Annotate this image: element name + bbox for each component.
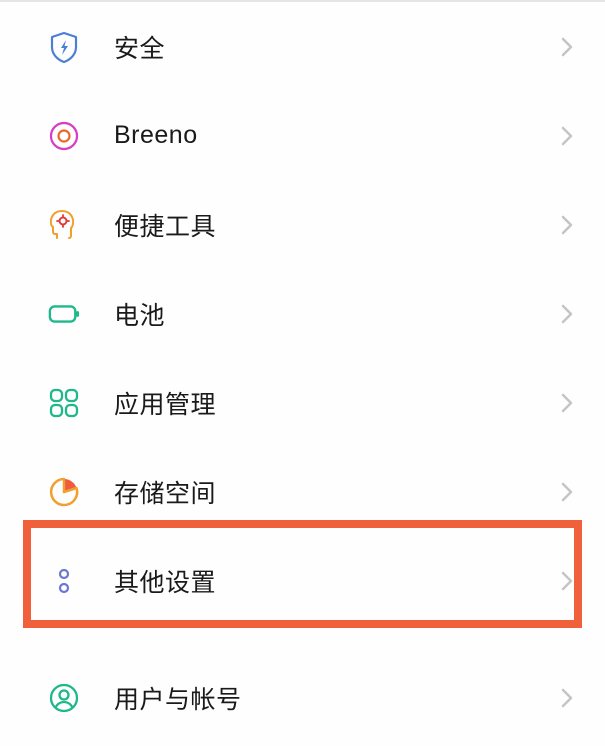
settings-item-label: 应用管理 — [114, 385, 559, 421]
user-circle-icon — [48, 682, 80, 714]
settings-item-label: 用户与帐号 — [114, 680, 559, 716]
settings-item-app-management[interactable]: 应用管理 — [0, 358, 605, 447]
settings-item-user-accounts[interactable]: 用户与帐号 — [0, 653, 605, 742]
settings-item-label: 安全 — [114, 29, 559, 65]
settings-item-label: 存储空间 — [114, 474, 559, 510]
chevron-right-icon — [559, 301, 575, 327]
chevron-right-icon — [559, 479, 575, 505]
pie-storage-icon — [48, 476, 80, 508]
chevron-right-icon — [559, 390, 575, 416]
settings-item-storage[interactable]: 存储空间 — [0, 447, 605, 536]
more-dots-icon — [48, 565, 80, 597]
settings-item-label: Breeno — [114, 121, 559, 150]
chevron-right-icon — [559, 212, 575, 238]
settings-list: 安全 Breeno 便捷工具 — [0, 2, 605, 742]
head-gear-icon — [48, 209, 80, 241]
breeno-circle-icon — [48, 120, 80, 152]
settings-item-other-settings[interactable]: 其他设置 — [0, 536, 605, 625]
settings-item-label: 便捷工具 — [114, 207, 559, 243]
chevron-right-icon — [559, 34, 575, 60]
settings-item-label: 电池 — [114, 296, 559, 332]
settings-item-convenience-tools[interactable]: 便捷工具 — [0, 180, 605, 269]
settings-item-security[interactable]: 安全 — [0, 2, 605, 91]
battery-icon — [48, 298, 80, 330]
chevron-right-icon — [559, 568, 575, 594]
settings-item-breeno[interactable]: Breeno — [0, 91, 605, 180]
settings-item-battery[interactable]: 电池 — [0, 269, 605, 358]
chevron-right-icon — [559, 123, 575, 149]
apps-grid-icon — [48, 387, 80, 419]
settings-item-label: 其他设置 — [114, 563, 559, 599]
chevron-right-icon — [559, 685, 575, 711]
shield-bolt-icon — [48, 31, 80, 63]
